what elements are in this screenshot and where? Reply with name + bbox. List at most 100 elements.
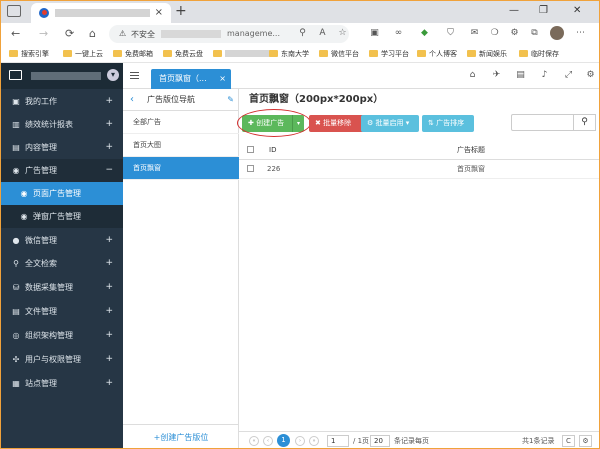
position-item-all[interactable]: 全部广告	[123, 111, 239, 134]
column-id[interactable]: ID	[269, 141, 276, 160]
bookmark-folder[interactable]: 东南大学	[269, 48, 309, 60]
search-input[interactable]	[511, 114, 574, 131]
new-tab-button[interactable]: +	[175, 4, 187, 19]
home-button[interactable]: ⌂	[89, 27, 96, 40]
bookmark-folder[interactable]: 临时保存	[519, 48, 559, 60]
pagination-bar: « ‹ 1 › » 1 / 1页 20 条记录每页 共1条记录 C ⚙	[239, 431, 599, 448]
refresh-icon[interactable]: C	[562, 435, 575, 447]
batch-remove-button[interactable]: ✖ 批量移除	[309, 115, 367, 132]
position-item-banner[interactable]: 首页大图	[123, 134, 239, 157]
bookmark-folder[interactable]: 免费云盘	[163, 48, 203, 60]
prev-page-button[interactable]: ‹	[263, 436, 273, 446]
menu-toggle-icon[interactable]	[130, 72, 139, 79]
search-icon[interactable]: ⚲	[574, 114, 596, 131]
position-item-float[interactable]: 首页飘窗	[123, 157, 239, 180]
select-all-checkbox[interactable]	[247, 146, 254, 153]
app-name-redacted	[31, 72, 101, 80]
browser-tab[interactable]: ×	[31, 3, 171, 23]
sidebar-item-sites[interactable]: ▦ 站点管理 +	[1, 372, 123, 395]
extension-icon[interactable]: ▣	[369, 28, 380, 39]
send-icon[interactable]: ✈	[491, 70, 502, 81]
first-page-button[interactable]: «	[249, 436, 259, 446]
extension-green-icon[interactable]: ◆	[419, 28, 430, 39]
current-page-button[interactable]: 1	[277, 434, 290, 447]
create-position-button[interactable]: +创建广告版位	[123, 424, 239, 448]
expand-icon: +	[105, 235, 113, 245]
bookmark-folder[interactable]: 学习平台	[369, 48, 409, 60]
maximize-button[interactable]: ❐	[539, 5, 548, 17]
close-window-button[interactable]: ✕	[573, 5, 581, 17]
sidebar-item-data-collection[interactable]: ⛁ 数据采集管理 +	[1, 276, 123, 299]
pin-icon[interactable]: ✎	[227, 89, 234, 111]
folder-icon	[319, 50, 328, 57]
table-header: ID 广告标题	[239, 141, 599, 160]
minimize-button[interactable]: —	[509, 5, 519, 17]
bookmark-folder[interactable]: 新闻娱乐	[467, 48, 507, 60]
key-icon[interactable]: ⚲	[297, 28, 308, 39]
tab-actions-icon[interactable]	[7, 5, 21, 17]
close-page-tab-icon[interactable]: ×	[219, 69, 226, 89]
sidebar-item-reports[interactable]: ▥ 绩效统计报表 +	[1, 113, 123, 136]
fullscreen-icon[interactable]: ⤢	[563, 70, 574, 81]
site-icon: ▦	[12, 379, 20, 388]
back-button[interactable]: ←	[11, 27, 20, 40]
forward-button[interactable]: →	[39, 27, 48, 40]
sidebar-item-wechat[interactable]: ● 微信管理 +	[1, 229, 123, 252]
sidebar-item-popup-ads[interactable]: ◉ 弹窗广告管理	[1, 205, 123, 228]
infinity-icon[interactable]: ∞	[393, 28, 404, 39]
sidebar-item-page-ads[interactable]: ◉ 页面广告管理	[1, 182, 123, 205]
favorite-icon[interactable]: ☆	[337, 28, 348, 39]
extension-circle-icon[interactable]: ❍	[489, 28, 500, 39]
last-page-button[interactable]: »	[309, 436, 319, 446]
bookmark-folder[interactable]: 免费邮箱	[113, 48, 153, 60]
app-top-bar: 首页飘窗（... × ⌂ ✈ ▤ ♪ ⤢ ⚙	[123, 63, 599, 90]
folder-icon	[63, 50, 72, 57]
url-field[interactable]: ⚠ 不安全 manageme...	[109, 25, 349, 43]
app-brand-header: ▾	[1, 63, 123, 89]
sidebar-item-my-work[interactable]: ▣ 我的工作 +	[1, 90, 123, 113]
row-checkbox[interactable]	[247, 165, 254, 172]
close-tab-icon[interactable]: ×	[155, 7, 163, 18]
bookmark-folder[interactable]: 搜索引擎	[9, 48, 49, 60]
expand-icon: +	[105, 282, 113, 292]
mail-icon[interactable]: ✉	[469, 28, 480, 39]
settings-icon[interactable]: ⚙	[509, 28, 520, 39]
sidebar-item-ads[interactable]: ◉ 广告管理 −	[1, 159, 123, 182]
bell-icon[interactable]: ♪	[539, 70, 550, 81]
sort-ads-button[interactable]: ⇅ 广告排序	[422, 115, 474, 132]
more-icon[interactable]: ⋯	[575, 28, 586, 39]
bookmark-folder[interactable]: 微信平台	[319, 48, 359, 60]
page-number-input[interactable]: 1	[327, 435, 349, 447]
refresh-button[interactable]: ⟳	[65, 27, 74, 40]
sidebar-item-org[interactable]: ◎ 组织架构管理 +	[1, 324, 123, 347]
folder-icon	[269, 50, 278, 57]
chevron-left-icon[interactable]: ‹	[130, 89, 134, 111]
shield-icon[interactable]: ⛉	[445, 28, 456, 39]
row-title: 首页飘窗	[457, 165, 485, 173]
bookmark-folder[interactable]: 一键上云	[63, 48, 103, 60]
settings-icon[interactable]: ⚙	[579, 435, 592, 447]
page-tab-active[interactable]: 首页飘窗（... ×	[151, 69, 231, 90]
page-size-input[interactable]: 20	[370, 435, 390, 447]
bookmark-folder[interactable]: 个人博客	[417, 48, 457, 60]
table-row[interactable]: 226 首页飘窗	[239, 160, 599, 179]
column-title[interactable]: 广告标题	[457, 141, 485, 160]
sidebar: ▣ 我的工作 + ▥ 绩效统计报表 + ▤ 内容管理 + ◉ 广告管理 − ◉ 页面广告管理 ◉ 弹…	[1, 89, 123, 448]
sidebar-item-content[interactable]: ▤ 内容管理 +	[1, 136, 123, 159]
sidebar-item-files[interactable]: ▤ 文件管理 +	[1, 300, 123, 323]
per-page-label: 条记录每页	[394, 437, 429, 445]
home-icon[interactable]: ⌂	[467, 70, 478, 81]
sidebar-item-users[interactable]: ✣ 用户与权限管理 +	[1, 348, 123, 371]
profile-avatar[interactable]	[550, 26, 564, 40]
read-aloud-icon[interactable]: A	[317, 28, 328, 39]
clipboard-icon[interactable]: ▤	[515, 70, 526, 81]
collections-icon[interactable]: ⧉	[529, 28, 540, 39]
sidebar-item-search[interactable]: ⚲ 全文检索 +	[1, 252, 123, 275]
settings-icon[interactable]: ⚙	[585, 70, 596, 81]
bookmark-redacted[interactable]	[213, 48, 271, 60]
expand-icon: +	[105, 330, 113, 340]
next-page-button[interactable]: ›	[295, 436, 305, 446]
user-menu-icon[interactable]: ▾	[107, 69, 119, 81]
search-icon: ⚲	[13, 259, 19, 268]
batch-enable-button[interactable]: ⚙ 批量启用 ▾	[361, 115, 419, 132]
